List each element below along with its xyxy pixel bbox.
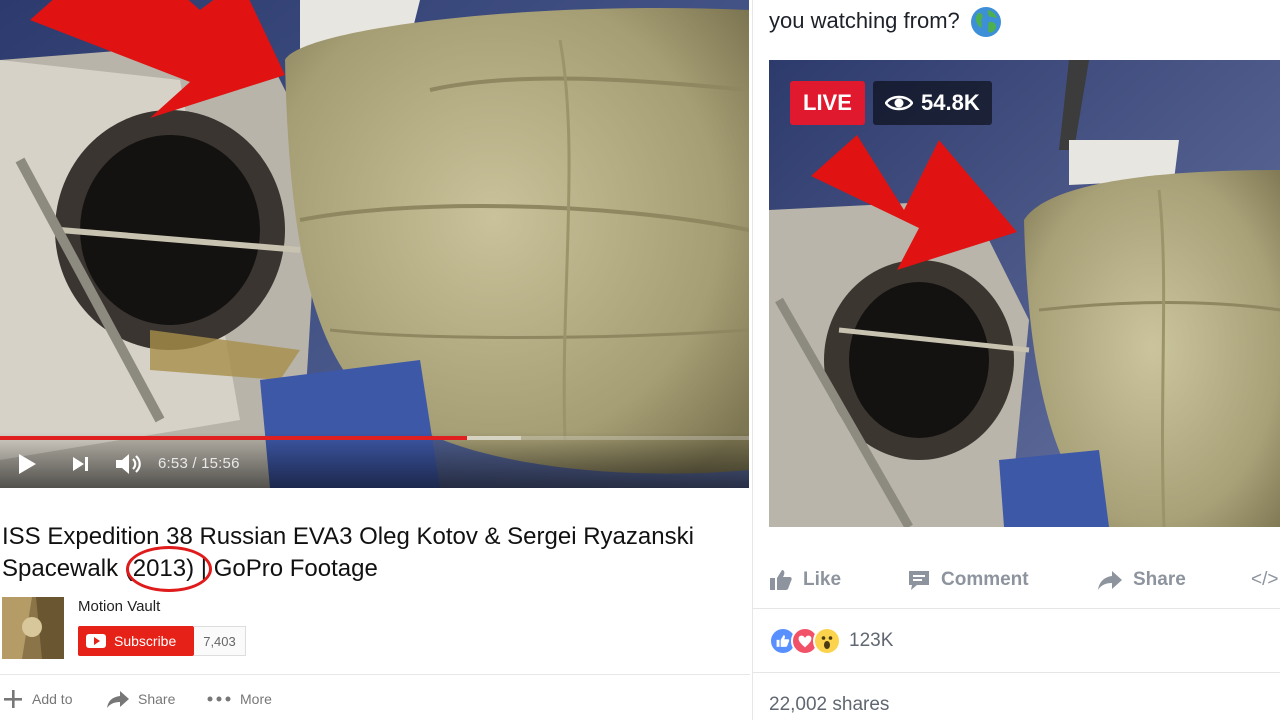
eye-icon: [885, 95, 913, 111]
post-text-content: you watching from?: [769, 7, 960, 33]
comment-label: Comment: [941, 569, 1029, 590]
live-video-player[interactable]: LIVE 54.8K: [769, 60, 1280, 527]
wow-reaction-icon: [813, 627, 841, 655]
more-label: More: [240, 691, 272, 707]
share-button[interactable]: Share: [106, 688, 175, 710]
spacewalk-video-frame: [0, 0, 749, 488]
share-label: Share: [138, 691, 176, 707]
share-arrow-icon: [107, 691, 129, 708]
play-icon: [19, 454, 36, 474]
add-to-button[interactable]: Add to: [2, 688, 72, 710]
add-to-label: Add to: [32, 691, 73, 707]
volume-icon: [116, 454, 141, 474]
reaction-count: 123K: [849, 630, 894, 651]
viewer-count-badge: 54.8K: [873, 81, 992, 125]
facebook-panel: you watching from? LIVE 54.8K Like Comme…: [752, 0, 1280, 720]
embed-button[interactable]: </>: [1251, 566, 1278, 594]
subscribe-label: Subscribe: [114, 633, 177, 649]
live-badge: LIVE: [790, 81, 865, 125]
divider: [753, 672, 1280, 673]
like-label: Like: [803, 569, 842, 590]
thumbs-up-icon: [770, 570, 792, 590]
comment-button[interactable]: Comment: [907, 566, 1029, 594]
video-title: ISS Expedition 38 Russian EVA3 Oleg Koto…: [2, 521, 744, 585]
heart-icon: [798, 635, 812, 647]
next-button[interactable]: [66, 449, 96, 479]
comment-bubble-icon: [909, 571, 929, 590]
youtube-panel: 6:53 / 15:56 ISS Expedition 38 Russian E…: [0, 0, 750, 720]
volume-button[interactable]: [112, 449, 146, 479]
globe-emoji-icon: [970, 7, 1001, 37]
like-button[interactable]: Like: [769, 566, 841, 594]
progress-played: [0, 436, 467, 440]
youtube-logo-icon: [86, 634, 106, 648]
share-arrow-icon: [1098, 571, 1122, 590]
red-circle-annotation: [126, 546, 212, 592]
thumbs-up-icon: [776, 635, 790, 647]
more-dots-icon: [207, 696, 231, 702]
video-title-suffix: ) | GoPro Footage: [186, 555, 378, 582]
more-button[interactable]: More: [206, 688, 272, 710]
share-button-fb[interactable]: Share: [1097, 566, 1186, 594]
divider: [753, 608, 1280, 609]
embed-code-icon: </>: [1251, 569, 1279, 590]
wow-face-icon: [821, 636, 833, 649]
skip-next-icon: [73, 457, 88, 471]
post-text: you watching from?: [769, 6, 1002, 38]
channel-name[interactable]: Motion Vault: [78, 598, 160, 615]
share-label-fb: Share: [1133, 569, 1186, 590]
subscriber-count: 7,403: [194, 626, 246, 656]
play-button[interactable]: [12, 449, 42, 479]
live-video-frame: [769, 60, 1280, 527]
channel-avatar[interactable]: [2, 597, 64, 659]
subscribe-button[interactable]: Subscribe: [78, 626, 194, 656]
reactions-summary[interactable]: 123K: [769, 626, 893, 656]
youtube-video-player[interactable]: 6:53 / 15:56: [0, 0, 749, 488]
channel-avatar-image: [2, 597, 64, 659]
viewer-count: 54.8K: [921, 90, 980, 115]
progress-bar[interactable]: [0, 436, 749, 440]
time-display: 6:53 / 15:56: [158, 455, 240, 472]
divider: [0, 674, 750, 675]
shares-count-link[interactable]: 22,002 shares: [769, 694, 889, 716]
plus-icon: [4, 690, 22, 708]
